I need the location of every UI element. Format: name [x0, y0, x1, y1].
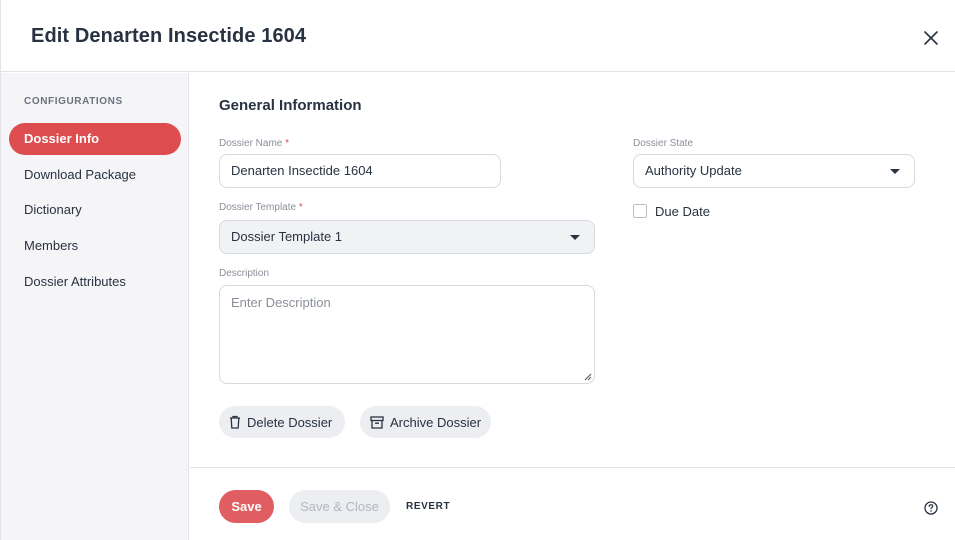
- dossier-template-label: Dossier Template *: [219, 202, 303, 213]
- dossier-template-label-text: Dossier Template: [219, 202, 297, 213]
- due-date-checkbox[interactable]: [633, 204, 647, 218]
- dialog-title: Edit Denarten Insectide 1604: [31, 25, 307, 47]
- sidebar-heading: CONFIGURATIONS: [24, 96, 123, 107]
- sidebar-item-download-package[interactable]: Download Package: [9, 159, 181, 191]
- archive-dossier-button[interactable]: Archive Dossier: [360, 406, 491, 438]
- description-label: Description: [219, 268, 270, 279]
- save-button[interactable]: Save: [219, 490, 274, 523]
- dialog-footer: Save Save & Close REVERT: [190, 467, 955, 540]
- save-and-close-button[interactable]: Save & Close: [289, 490, 390, 523]
- required-mark: *: [285, 138, 290, 149]
- sidebar: CONFIGURATIONS Dossier Info Download Pac…: [1, 73, 189, 540]
- delete-dossier-label: Delete Dossier: [247, 414, 333, 430]
- archive-icon: [370, 415, 384, 429]
- sidebar-item-dictionary[interactable]: Dictionary: [9, 194, 181, 226]
- dossier-name-label-text: Dossier Name: [219, 138, 283, 149]
- close-button[interactable]: [919, 26, 943, 50]
- dialog-header: Edit Denarten Insectide 1604: [1, 0, 955, 72]
- required-mark: *: [298, 202, 303, 213]
- help-icon: [924, 501, 938, 515]
- archive-dossier-label: Archive Dossier: [390, 414, 482, 430]
- description-textarea[interactable]: Enter Description: [219, 285, 595, 384]
- delete-dossier-button[interactable]: Delete Dossier: [219, 406, 345, 438]
- edit-dossier-dialog: Edit Denarten Insectide 1604 CONFIGURATI…: [0, 0, 955, 540]
- section-title: General Information: [219, 97, 362, 114]
- dossier-template-value: Dossier Template 1: [231, 229, 343, 244]
- sidebar-item-dossier-info[interactable]: Dossier Info: [9, 123, 181, 155]
- resize-grip-icon[interactable]: [584, 373, 592, 381]
- sidebar-item-members[interactable]: Members: [9, 230, 181, 262]
- dossier-name-label: Dossier Name *: [219, 138, 289, 149]
- dossier-state-value: Authority Update: [645, 163, 742, 178]
- dossier-state-label: Dossier State: [633, 138, 694, 149]
- dossier-name-input[interactable]: Denarten Insectide 1604: [219, 154, 501, 188]
- main-content: General Information Dossier Name * Denar…: [190, 73, 955, 467]
- trash-icon: [230, 415, 240, 429]
- dossier-state-select[interactable]: Authority Update: [633, 154, 915, 188]
- due-date-label: Due Date: [655, 204, 710, 219]
- description-placeholder: Enter Description: [231, 295, 331, 310]
- caret-down-icon: [890, 169, 900, 174]
- help-button[interactable]: [924, 501, 938, 515]
- revert-button[interactable]: REVERT: [406, 490, 450, 523]
- dossier-template-select[interactable]: Dossier Template 1: [219, 220, 595, 254]
- close-icon: [924, 31, 938, 45]
- caret-down-icon: [570, 235, 580, 240]
- sidebar-item-dossier-attributes[interactable]: Dossier Attributes: [9, 266, 181, 298]
